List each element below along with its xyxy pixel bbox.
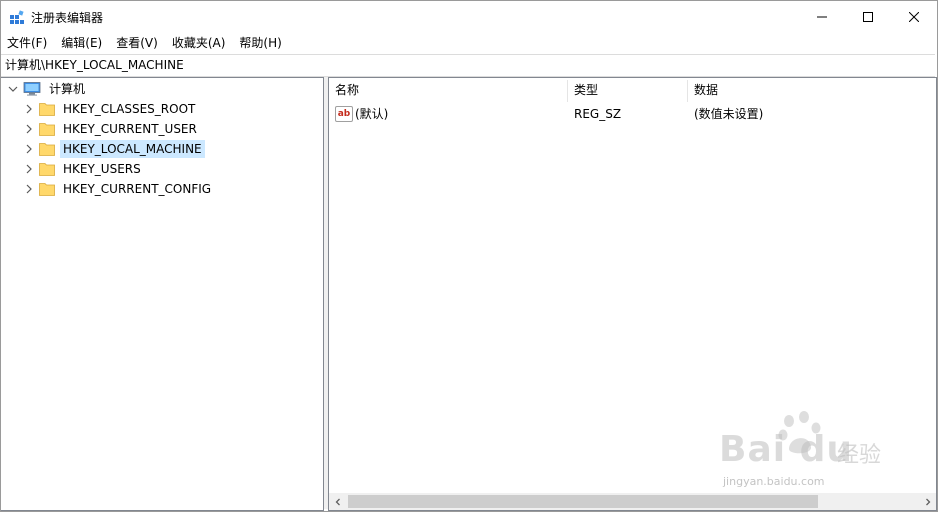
scroll-left-button[interactable] xyxy=(329,493,346,510)
chevron-right-icon[interactable] xyxy=(23,163,35,175)
maximize-icon xyxy=(863,12,873,22)
address-bar[interactable]: 计算机\HKEY_LOCAL_MACHINE xyxy=(1,54,935,77)
tree-label-computer: 计算机 xyxy=(49,82,86,96)
tree-item-hkey-users[interactable]: HKEY_USERS xyxy=(23,159,144,179)
scroll-thumb[interactable] xyxy=(348,495,818,508)
chevron-down-icon[interactable] xyxy=(7,83,19,95)
chevron-left-icon xyxy=(335,498,340,505)
scroll-right-button[interactable] xyxy=(919,493,936,510)
string-value-icon: ab xyxy=(335,106,353,122)
tree-label-hkey-local-machine: HKEY_LOCAL_MACHINE xyxy=(60,140,205,158)
folder-icon xyxy=(39,162,55,176)
menu-view[interactable]: 查看(V) xyxy=(109,33,165,53)
folder-icon xyxy=(39,142,55,156)
title-bar[interactable]: 注册表编辑器 xyxy=(1,1,937,33)
key-tree-pane[interactable]: 计算机 HKEY_CLASSES_ROOT HKEY_CURRENT_USER xyxy=(1,77,324,511)
close-button[interactable] xyxy=(891,1,937,33)
tree-item-hkey-classes-root[interactable]: HKEY_CLASSES_ROOT xyxy=(23,99,198,119)
menu-bar: 文件(F) 编辑(E) 查看(V) 收藏夹(A) 帮助(H) xyxy=(1,33,937,53)
computer-icon xyxy=(23,82,41,96)
address-path[interactable]: 计算机\HKEY_LOCAL_MACHINE xyxy=(5,58,184,73)
tree-label-hkey-users: HKEY_USERS xyxy=(63,162,141,176)
menu-help[interactable]: 帮助(H) xyxy=(232,33,288,53)
value-name: (默认) xyxy=(355,107,389,121)
tree-label-hkey-current-user: HKEY_CURRENT_USER xyxy=(63,122,197,136)
value-data: (数值未设置) xyxy=(694,107,764,121)
tree-item-computer[interactable]: 计算机 xyxy=(7,79,88,99)
registry-editor-window: 注册表编辑器 文件(F) 编辑(E) 查看(V) 收藏夹(A) 帮助(H) 计算… xyxy=(0,0,938,512)
column-header-data[interactable]: 数据 xyxy=(688,78,928,102)
minimize-icon xyxy=(817,16,827,18)
window-title: 注册表编辑器 xyxy=(31,11,104,25)
column-header-name[interactable]: 名称 xyxy=(329,78,567,102)
folder-icon xyxy=(39,122,55,136)
registry-editor-app-icon xyxy=(9,10,25,26)
tree-item-hkey-current-user[interactable]: HKEY_CURRENT_USER xyxy=(23,119,200,139)
value-name-cell: ab (默认) xyxy=(335,104,388,124)
chevron-right-icon[interactable] xyxy=(23,123,35,135)
value-type: REG_SZ xyxy=(574,107,622,121)
folder-icon xyxy=(39,102,55,116)
horizontal-scrollbar[interactable] xyxy=(329,493,936,510)
minimize-button[interactable] xyxy=(799,1,845,33)
values-list-pane[interactable]: 名称 类型 数据 ab (默认) REG_SZ (数值未设置) xyxy=(328,77,937,511)
table-row[interactable]: ab (默认) REG_SZ (数值未设置) xyxy=(329,104,929,124)
tree-item-hkey-current-config[interactable]: HKEY_CURRENT_CONFIG xyxy=(23,179,214,199)
folder-icon xyxy=(39,182,55,196)
menu-file[interactable]: 文件(F) xyxy=(1,33,54,53)
chevron-right-icon[interactable] xyxy=(23,183,35,195)
close-icon xyxy=(909,12,919,22)
chevron-right-icon[interactable] xyxy=(23,103,35,115)
chevron-right-icon xyxy=(925,498,930,505)
tree-item-hkey-local-machine[interactable]: HKEY_LOCAL_MACHINE xyxy=(23,139,205,159)
chevron-right-icon[interactable] xyxy=(23,143,35,155)
tree-label-hkey-classes-root: HKEY_CLASSES_ROOT xyxy=(63,102,196,116)
menu-favorites[interactable]: 收藏夹(A) xyxy=(165,33,233,53)
column-header-type[interactable]: 类型 xyxy=(568,78,687,102)
tree-label-hkey-current-config: HKEY_CURRENT_CONFIG xyxy=(63,182,212,196)
menu-edit[interactable]: 编辑(E) xyxy=(54,33,109,53)
maximize-button[interactable] xyxy=(845,1,891,33)
